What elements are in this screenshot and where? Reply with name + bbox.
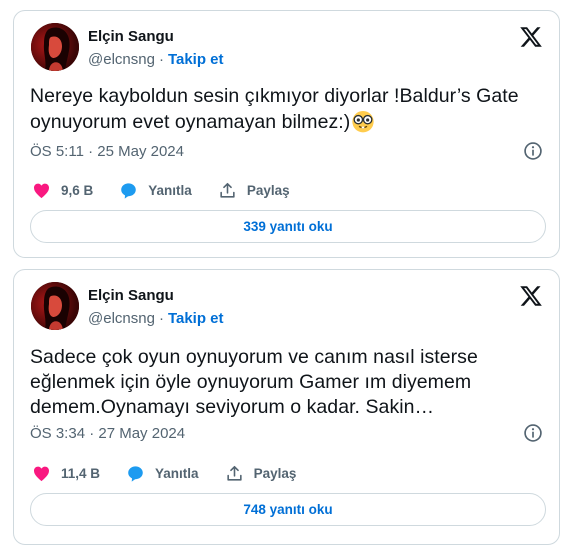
heart-icon — [33, 183, 50, 198]
avatar[interactable] — [31, 282, 79, 330]
tweet-text: Sadece çok oyun oynuyorum ve canım nasıl… — [30, 346, 478, 418]
heart-icon — [33, 466, 50, 481]
share-label: Paylaş — [246, 182, 290, 198]
info-icon[interactable] — [523, 141, 543, 161]
read-replies-button[interactable]: 748 yanıtı oku — [30, 493, 546, 526]
avatar[interactable] — [31, 23, 79, 71]
tweet-timestamp[interactable]: ÖS 3:34 · 27 May 2024 — [30, 425, 185, 442]
follow-button[interactable]: Takip et — [168, 51, 224, 68]
share-label: Paylaş — [253, 465, 297, 481]
tweet-actions: 11,4 B Yanıtla Paylaş — [32, 462, 322, 484]
separator-dot: · — [158, 310, 164, 327]
author-handle[interactable]: @elcnsng — [88, 51, 155, 68]
share-icon — [220, 182, 235, 198]
author-name[interactable]: Elçin Sangu — [88, 28, 174, 45]
reply-bubble-icon — [121, 182, 137, 199]
share-button[interactable]: Paylaş — [225, 464, 297, 483]
like-count: 11,4 B — [61, 465, 101, 481]
like-button[interactable]: 11,4 B — [32, 464, 100, 483]
share-button[interactable]: Paylaş — [218, 181, 290, 200]
reply-button[interactable]: Yanıtla — [119, 181, 192, 200]
follow-button[interactable]: Takip et — [168, 310, 224, 327]
share-icon — [226, 465, 242, 481]
tweet-text-content: Nereye kayboldun sesin çıkmıyor diyorlar… — [30, 85, 519, 133]
handle-row: @elcnsng · Takip et — [88, 310, 224, 327]
like-count: 9,6 B — [61, 182, 94, 198]
tweet-timestamp[interactable]: ÖS 5:11 · 25 May 2024 — [30, 143, 184, 160]
reply-button[interactable]: Yanıtla — [126, 464, 199, 483]
read-replies-button[interactable]: 339 yanıtı oku — [30, 210, 546, 243]
tweet-text: Nereye kayboldun sesin çıkmıyor diyorlar… — [30, 84, 541, 135]
x-logo-icon[interactable] — [519, 284, 543, 308]
handle-row: @elcnsng · Takip et — [88, 51, 224, 68]
x-logo-icon[interactable] — [519, 25, 543, 49]
tweet-actions: 9,6 B Yanıtla Paylaş — [32, 179, 316, 201]
separator-dot: · — [158, 51, 164, 68]
nerd-face-emoji-icon — [352, 111, 374, 133]
reply-label: Yanıtla — [155, 465, 199, 481]
like-button[interactable]: 9,6 B — [32, 181, 93, 200]
info-icon[interactable] — [523, 423, 543, 443]
tweet-card[interactable]: Elçin Sangu @elcnsng · Takip et Sadece çok… — [13, 269, 560, 545]
reply-label: Yanıtla — [148, 182, 192, 198]
author-handle[interactable]: @elcnsng — [88, 310, 155, 327]
author-name[interactable]: Elçin Sangu — [88, 287, 174, 304]
reply-bubble-icon — [128, 465, 143, 482]
tweet-card[interactable]: Elçin Sangu @elcnsng · Takip et Nereye kay… — [13, 10, 560, 258]
